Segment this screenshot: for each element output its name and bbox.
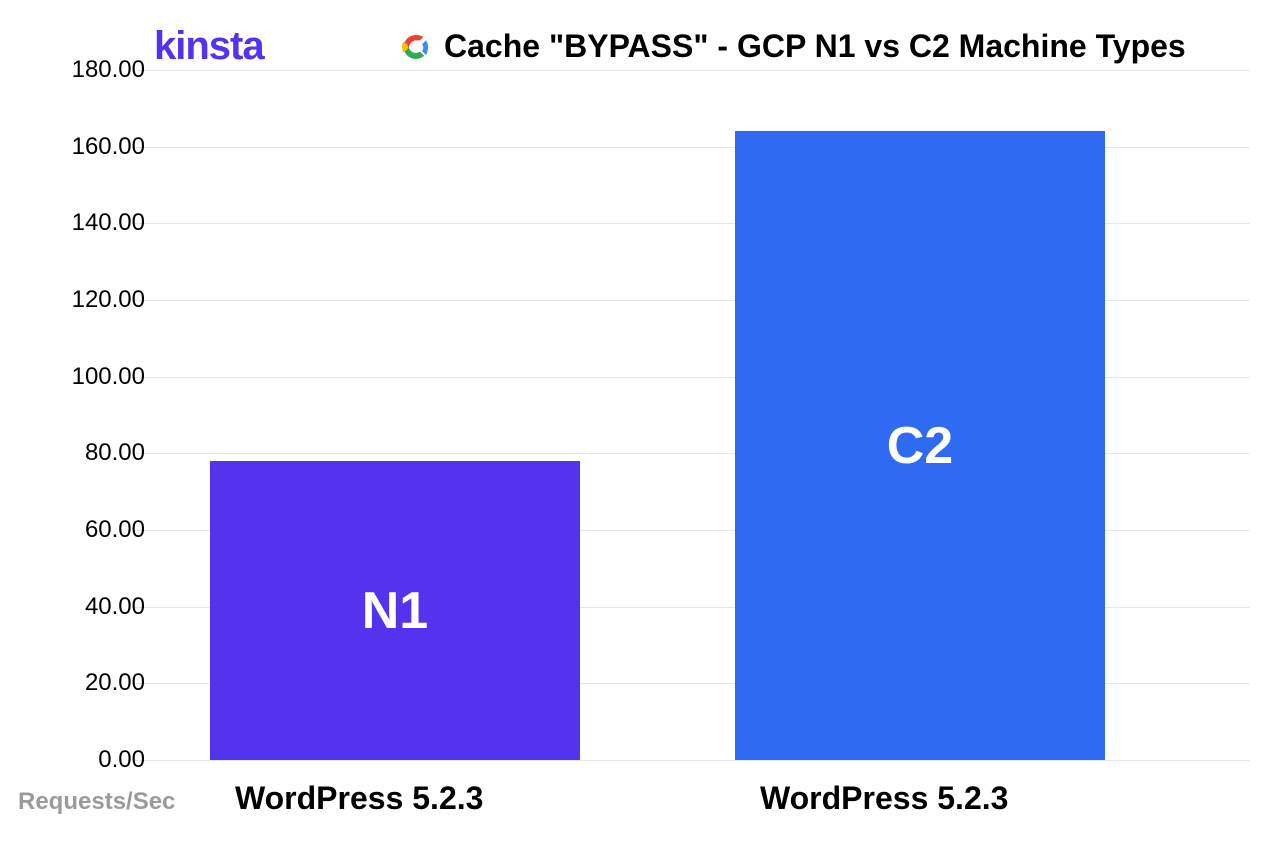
bars-container: N1 C2: [135, 70, 1250, 760]
x-label-1: WordPress 5.2.3: [760, 780, 1008, 817]
gridline: [135, 760, 1250, 761]
y-tick-label: 180.00: [45, 56, 145, 84]
title-wrap: Cache "BYPASS" - GCP N1 vs C2 Machine Ty…: [400, 28, 1186, 65]
y-tick-label: 100.00: [45, 363, 145, 391]
y-tick-label: 160.00: [45, 133, 145, 161]
y-tick-label: 120.00: [45, 286, 145, 314]
y-tick-label: 80.00: [45, 439, 145, 467]
x-label-0: WordPress 5.2.3: [235, 780, 483, 817]
y-tick-label: 20.00: [45, 669, 145, 697]
kinsta-logo: kinsta: [154, 24, 264, 69]
chart-plot-area: N1 C2: [135, 70, 1250, 760]
y-tick-label: 60.00: [45, 516, 145, 544]
y-tick-label: 140.00: [45, 209, 145, 237]
y-axis-title: Requests/Sec: [18, 788, 175, 816]
bar-c2: C2: [735, 131, 1105, 760]
y-tick-label: 0.00: [45, 746, 145, 774]
bar-label-c2: C2: [887, 416, 953, 476]
bar-label-n1: N1: [362, 581, 428, 641]
chart-title: Cache "BYPASS" - GCP N1 vs C2 Machine Ty…: [444, 28, 1186, 65]
bar-n1: N1: [210, 461, 580, 760]
y-tick-label: 40.00: [45, 593, 145, 621]
google-cloud-icon: [400, 31, 432, 63]
